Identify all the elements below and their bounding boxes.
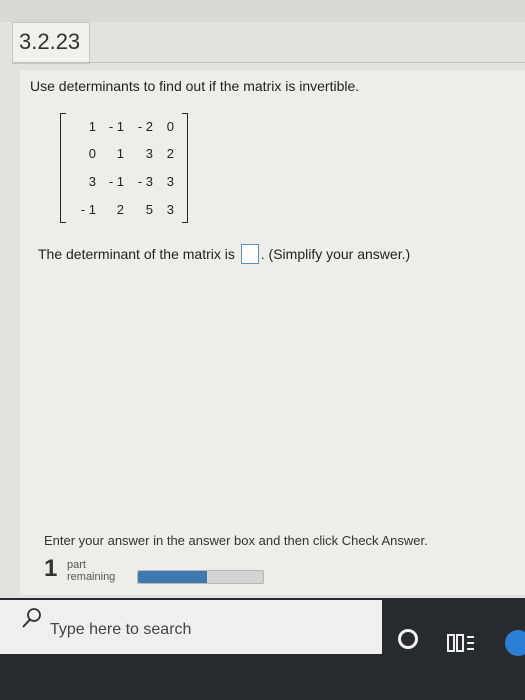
matrix-row: 3 - 1 - 3 3: [70, 174, 182, 194]
matrix-right-bracket: [182, 113, 188, 223]
question-text: Use determinants to find out if the matr…: [30, 78, 360, 94]
determinant-prompt-label: The determinant of the matrix is: [38, 246, 235, 262]
cortana-icon[interactable]: [398, 629, 418, 649]
search-icon: [22, 608, 41, 628]
parts-remaining-line2: remaining: [67, 571, 116, 583]
matrix-cell: - 1: [108, 119, 124, 134]
determinant-prompt: The determinant of the matrix is . (Simp…: [38, 244, 410, 264]
matrix-left-bracket: [60, 113, 66, 223]
matrix-cell: 2: [166, 146, 174, 161]
matrix-row: 1 - 1 - 2 0: [70, 119, 182, 139]
simplify-hint: . (Simplify your answer.): [260, 246, 411, 262]
parts-remaining-line1: part: [67, 559, 86, 571]
matrix-cell: 1: [116, 146, 124, 161]
matrix-row: 0 1 3 2: [70, 146, 182, 166]
matrix-cell: 2: [116, 202, 124, 217]
matrix: 1 - 1 - 2 0 0 1 3 2 3 - 1 - 3 3 - 1 2 5 …: [60, 113, 188, 223]
title-divider: [12, 62, 525, 63]
matrix-cell: 1: [88, 119, 96, 134]
matrix-cell: - 1: [80, 202, 96, 217]
parts-remaining-count: 1: [44, 555, 58, 582]
matrix-row: - 1 2 5 3: [70, 202, 182, 222]
matrix-cell: 3: [166, 174, 174, 189]
task-view-icon[interactable]: [446, 631, 476, 655]
matrix-cell: - 1: [108, 174, 124, 189]
matrix-cell: 3: [166, 202, 174, 217]
matrix-cell: 3: [88, 174, 96, 189]
answer-instruction: Enter your answer in the answer box and …: [44, 533, 428, 548]
header-bar: [0, 0, 525, 22]
progress-bar-fill: [138, 571, 207, 583]
edge-icon[interactable]: [505, 630, 525, 656]
exercise-number-box: 3.2.23: [12, 22, 90, 64]
progress-bar: [137, 570, 264, 584]
exercise-number: 3.2.23: [19, 29, 81, 54]
matrix-cell: 0: [88, 146, 96, 161]
search-placeholder[interactable]: Type here to search: [50, 621, 191, 639]
matrix-cell: 0: [166, 119, 174, 134]
parts-remaining-label: part remaining: [67, 559, 115, 583]
determinant-answer-input[interactable]: [240, 244, 259, 264]
